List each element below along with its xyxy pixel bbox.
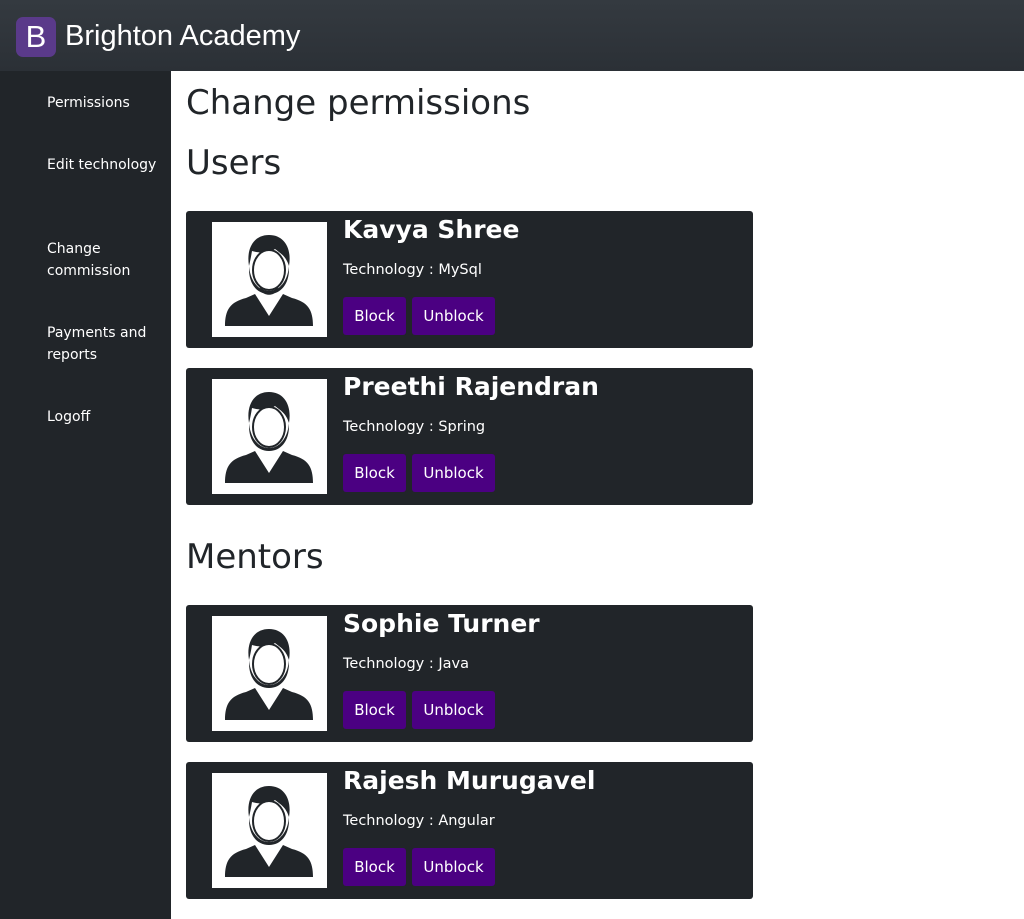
sidebar-item-payments-and-reports[interactable]: Payments and reports	[47, 322, 162, 366]
sidebar-item-edit-technology[interactable]: Edit technology	[47, 154, 162, 176]
user-name: Preethi Rajendran	[343, 372, 599, 401]
user-avatar-icon	[212, 616, 327, 731]
user-technology: Technology : MySql	[343, 262, 482, 278]
mentor-name: Sophie Turner	[343, 609, 540, 638]
user-name: Kavya Shree	[343, 215, 520, 244]
mentor-technology: Technology : Java	[343, 656, 469, 672]
user-avatar-icon	[212, 773, 327, 888]
sidebar-item-change-commission[interactable]: Change commission	[47, 238, 162, 282]
main-content: Change permissions Users Kavya Shree Tec…	[171, 71, 1024, 919]
user-avatar-icon	[212, 379, 327, 494]
unblock-button[interactable]: Unblock	[412, 297, 495, 335]
unblock-button[interactable]: Unblock	[412, 454, 495, 492]
brand-logo-icon[interactable]: B	[16, 17, 56, 57]
users-section-title: Users	[186, 143, 282, 183]
mentor-technology: Technology : Angular	[343, 813, 495, 829]
mentor-name: Rajesh Murugavel	[343, 766, 596, 795]
sidebar-item-permissions[interactable]: Permissions	[47, 92, 162, 114]
mentors-section-title: Mentors	[186, 537, 324, 577]
user-technology: Technology : Spring	[343, 419, 486, 435]
user-avatar-icon	[212, 222, 327, 337]
mentor-card: Rajesh Murugavel Technology : Angular Bl…	[186, 762, 753, 899]
unblock-button[interactable]: Unblock	[412, 848, 495, 886]
block-button[interactable]: Block	[343, 691, 406, 729]
brand-name[interactable]: Brighton Academy	[65, 17, 300, 55]
sidebar: Permissions Edit technology Change commi…	[0, 71, 171, 919]
user-card: Kavya Shree Technology : MySql Block Unb…	[186, 211, 753, 348]
block-button[interactable]: Block	[343, 297, 406, 335]
block-button[interactable]: Block	[343, 454, 406, 492]
top-navbar: B Brighton Academy	[0, 0, 1024, 71]
sidebar-item-logoff[interactable]: Logoff	[47, 406, 162, 428]
user-card: Preethi Rajendran Technology : Spring Bl…	[186, 368, 753, 505]
unblock-button[interactable]: Unblock	[412, 691, 495, 729]
mentor-card: Sophie Turner Technology : Java Block Un…	[186, 605, 753, 742]
block-button[interactable]: Block	[343, 848, 406, 886]
page-title: Change permissions	[186, 83, 531, 123]
